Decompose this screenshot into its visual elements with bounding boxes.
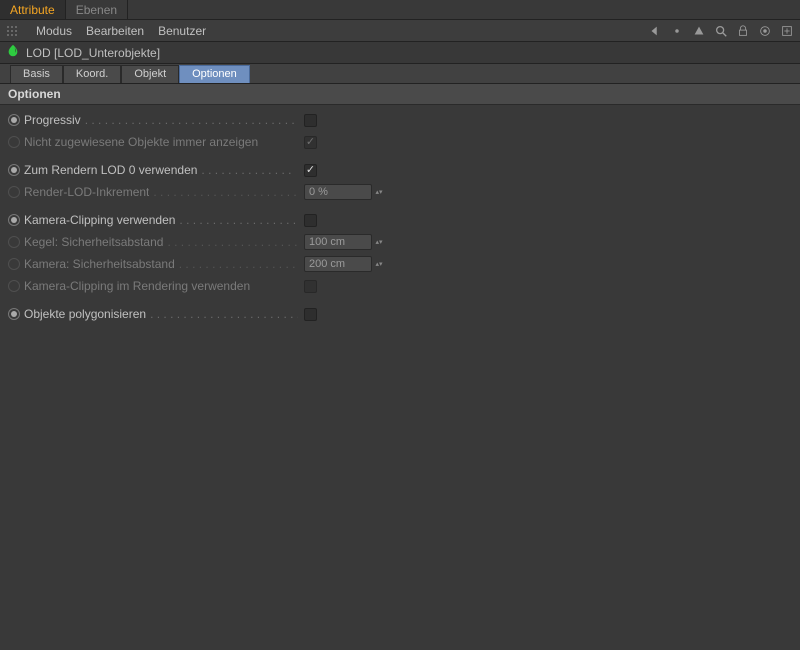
tab-basis[interactable]: Basis — [10, 65, 63, 83]
param-label: Kamera-Clipping im Rendering verwenden — [24, 279, 250, 293]
param-kamera-clipping-rendering: Kamera-Clipping im Rendering verwenden — [8, 275, 792, 297]
lock-icon[interactable] — [736, 24, 750, 38]
anim-dot-icon — [8, 186, 20, 198]
param-render-lod-inkrement: Render-LOD-Inkrement . . . . . . . . . .… — [8, 181, 792, 203]
param-label: Kegel: Sicherheitsabstand — [24, 235, 163, 249]
anim-dot-icon — [8, 280, 20, 292]
input-kegel-sicherheit: 100 cm — [304, 234, 372, 250]
attribute-sub-tabs: Basis Koord. Objekt Optionen — [0, 64, 800, 84]
anim-dot-icon[interactable] — [8, 164, 20, 176]
menu-bearbeiten[interactable]: Bearbeiten — [86, 24, 144, 38]
param-label: Render-LOD-Inkrement — [24, 185, 149, 199]
param-kamera-clipping: Kamera-Clipping verwenden . . . . . . . … — [8, 209, 792, 231]
filler-dots: . . . . . . . . . . . . . . . . . . — [175, 257, 298, 271]
param-label: Progressiv — [24, 113, 81, 127]
tab-attribute[interactable]: Attribute — [0, 0, 66, 19]
attribute-menubar: Modus Bearbeiten Benutzer — [0, 20, 800, 42]
checkbox-progressiv[interactable] — [304, 114, 317, 127]
menu-benutzer[interactable]: Benutzer — [158, 24, 206, 38]
object-title: LOD [LOD_Unterobjekte] — [26, 46, 160, 60]
param-label: Nicht zugewiesene Objekte immer anzeigen — [24, 135, 258, 149]
param-progressiv: Progressiv . . . . . . . . . . . . . . .… — [8, 109, 792, 131]
param-zum-rendern-lod0: Zum Rendern LOD 0 verwenden . . . . . . … — [8, 159, 792, 181]
filler-dots: . . . . . . . . . . . . . . . . . . . . … — [81, 113, 298, 127]
new-window-icon[interactable] — [780, 24, 794, 38]
anim-dot-icon[interactable] — [8, 114, 20, 126]
anim-dot-icon — [8, 236, 20, 248]
param-objekte-polygonisieren: Objekte polygonisieren . . . . . . . . .… — [8, 303, 792, 325]
menu-modus[interactable]: Modus — [36, 24, 72, 38]
anim-dot-icon — [8, 258, 20, 270]
anim-dot-icon[interactable] — [8, 214, 20, 226]
param-label: Kamera: Sicherheitsabstand — [24, 257, 175, 271]
filler-dots: . . . . . . . . . . . . . . . . . . . . — [163, 235, 298, 249]
filler-dots: . . . . . . . . . . . . . . . . . . . . … — [146, 307, 298, 321]
param-nicht-zugewiesene: Nicht zugewiesene Objekte immer anzeigen — [8, 131, 792, 153]
lod-object-icon — [6, 44, 20, 61]
checkbox-nicht-zugewiesene — [304, 136, 317, 149]
menubar-right-icons — [648, 20, 794, 41]
object-header: LOD [LOD_Unterobjekte] — [0, 42, 800, 64]
spinner-icon: ▴▾ — [374, 184, 384, 200]
filler-dots: . . . . . . . . . . . . . . . . . . — [175, 213, 298, 227]
param-label: Kamera-Clipping verwenden — [24, 213, 175, 227]
param-kegel-sicherheit: Kegel: Sicherheitsabstand . . . . . . . … — [8, 231, 792, 253]
param-label: Objekte polygonisieren — [24, 307, 146, 321]
nav-back-icon[interactable] — [648, 24, 662, 38]
checkbox-kamera-clipping-rendering — [304, 280, 317, 293]
tab-objekt[interactable]: Objekt — [121, 65, 179, 83]
spinner-icon: ▴▾ — [374, 234, 384, 250]
tab-ebenen[interactable]: Ebenen — [66, 0, 128, 19]
anim-dot-icon[interactable] — [8, 308, 20, 320]
spinner-icon: ▴▾ — [374, 256, 384, 272]
checkbox-objekte-polygonisieren[interactable] — [304, 308, 317, 321]
checkbox-zum-rendern-lod0[interactable] — [304, 164, 317, 177]
filler-dots: . . . . . . . . . . . . . . — [197, 163, 298, 177]
filler-dots: . . . . . . . . . . . . . . . . . . . . … — [149, 185, 298, 199]
nav-dot-icon[interactable] — [670, 24, 684, 38]
tab-koord[interactable]: Koord. — [63, 65, 121, 83]
param-label: Zum Rendern LOD 0 verwenden — [24, 163, 197, 177]
param-kamera-sicherheit: Kamera: Sicherheitsabstand . . . . . . .… — [8, 253, 792, 275]
anim-dot-icon — [8, 136, 20, 148]
input-kamera-sicherheit: 200 cm — [304, 256, 372, 272]
tab-optionen[interactable]: Optionen — [179, 65, 250, 83]
search-icon[interactable] — [714, 24, 728, 38]
drag-grip-icon[interactable] — [6, 25, 18, 37]
checkbox-kamera-clipping[interactable] — [304, 214, 317, 227]
input-render-lod-inkrement: 0 % — [304, 184, 372, 200]
nav-up-icon[interactable] — [692, 24, 706, 38]
params-panel: Progressiv . . . . . . . . . . . . . . .… — [0, 105, 800, 333]
panel-tabs: Attribute Ebenen — [0, 0, 800, 20]
target-icon[interactable] — [758, 24, 772, 38]
section-heading: Optionen — [0, 84, 800, 105]
